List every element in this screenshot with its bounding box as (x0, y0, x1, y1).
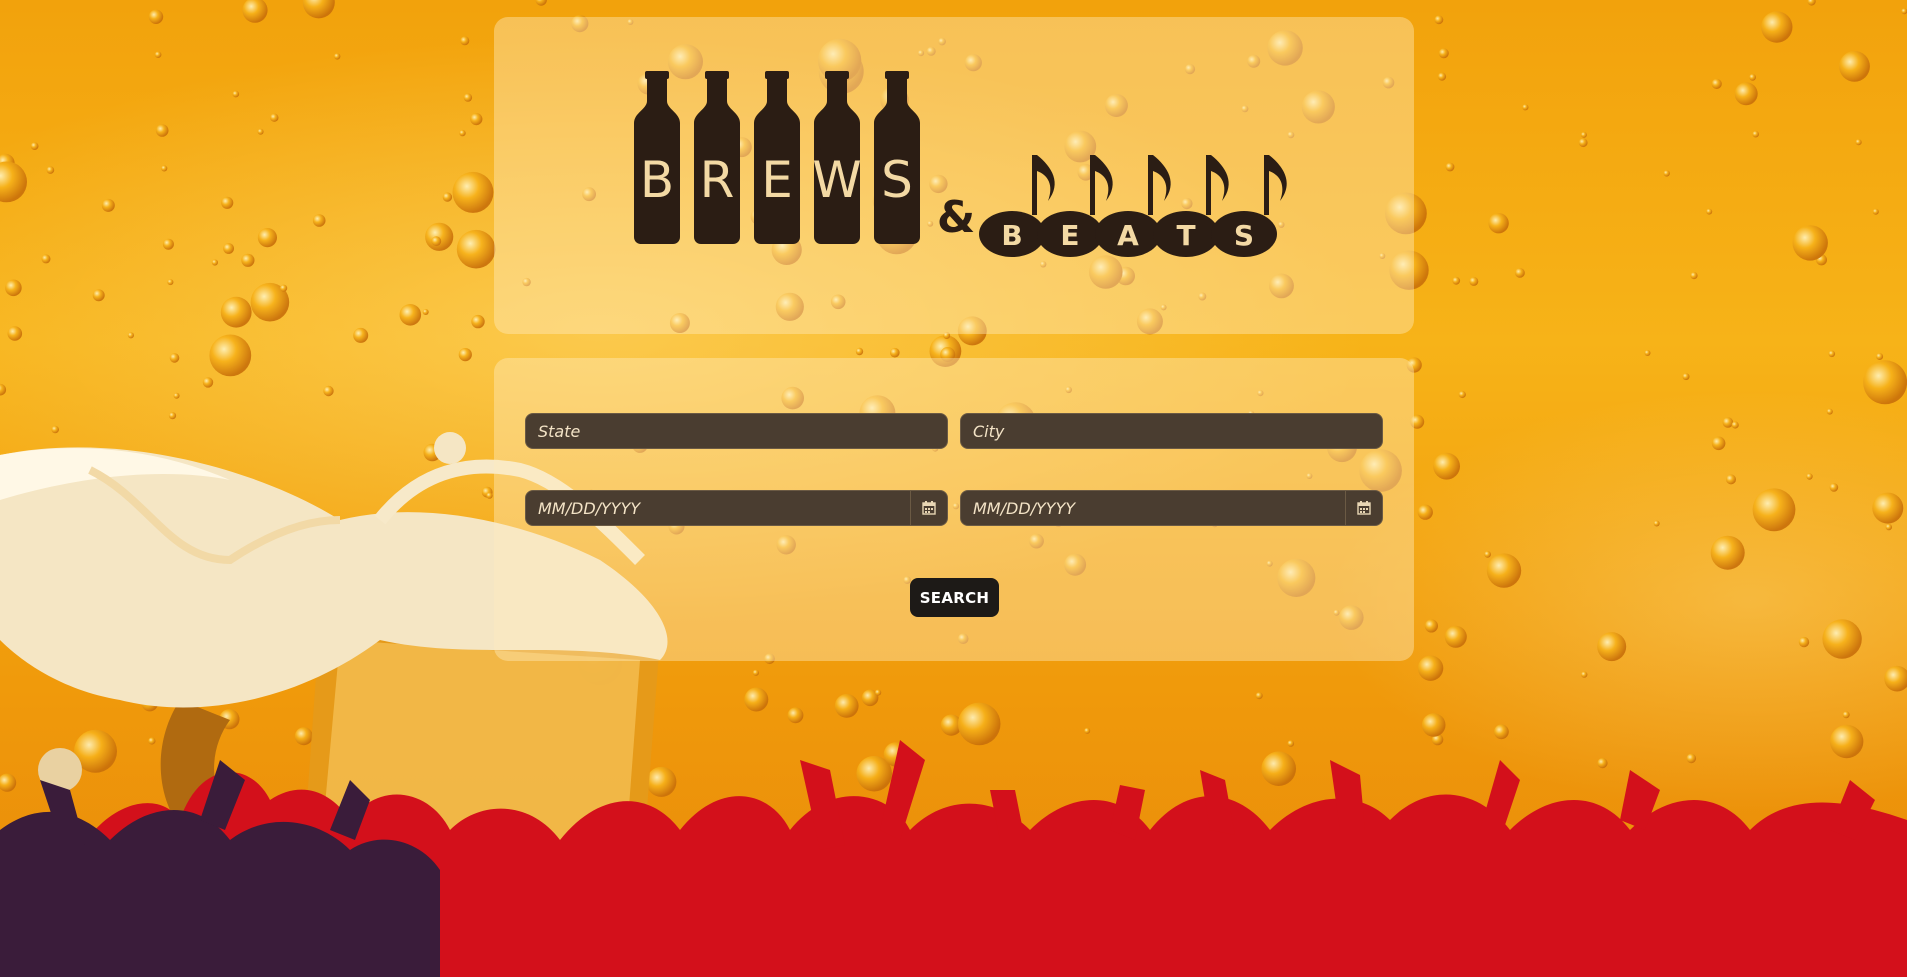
brews-letter-r: R (700, 151, 735, 209)
beats-letter-e: E (1060, 219, 1079, 252)
start-date-input[interactable]: MM/DD/YYYY (525, 490, 948, 526)
brews-letter-s: S (881, 151, 913, 209)
city-placeholder: City (973, 421, 1005, 441)
end-date-calendar-button[interactable] (1345, 491, 1382, 525)
brews-letter-w: W (812, 151, 861, 209)
brews-and-beats-logo: B R E W S & B E A T S (634, 71, 1287, 257)
calendar-icon (922, 501, 936, 515)
beats-letter-a: A (1117, 219, 1139, 252)
beats-letter-t: T (1176, 219, 1195, 252)
beats-letter-b: B (1001, 219, 1022, 252)
ampersand-text: & (937, 192, 975, 243)
search-button[interactable]: SEARCH (910, 578, 999, 617)
brews-letter-e: E (761, 151, 793, 209)
state-placeholder: State (538, 421, 581, 441)
end-date-input[interactable]: MM/DD/YYYY (960, 490, 1383, 526)
crowd-silhouette (0, 740, 1907, 977)
start-date-calendar-button[interactable] (910, 491, 947, 525)
brews-letter-b: B (640, 151, 674, 209)
start-date-placeholder: MM/DD/YYYY (538, 498, 641, 518)
brews-letters: B R E W S (640, 151, 913, 209)
calendar-icon (1357, 501, 1371, 515)
beats-letter-s: S (1234, 219, 1254, 252)
end-date-placeholder: MM/DD/YYYY (973, 498, 1076, 518)
city-input[interactable]: City (960, 413, 1383, 449)
state-input[interactable]: State (525, 413, 948, 449)
logo-panel: B R E W S & B E A T S (494, 17, 1414, 334)
